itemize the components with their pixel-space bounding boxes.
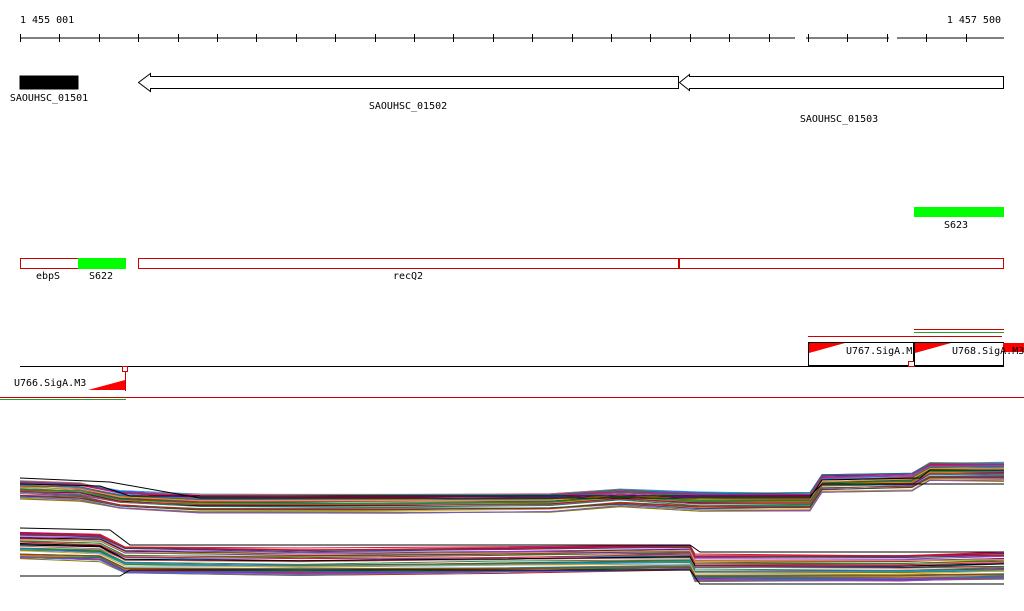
annotation-recQ2[interactable]	[138, 258, 679, 269]
segment-S622[interactable]	[78, 258, 126, 269]
promoter-track: U766.SigA.M3 U767.SigA.M3 U768.SigA.M3	[0, 329, 1024, 400]
segment-label-S623: S623	[944, 220, 968, 231]
gene-SAOUHSC_01502[interactable]	[137, 72, 679, 93]
gene-label-SAOUHSC_01502: SAOUHSC_01502	[369, 101, 447, 112]
segment-S623[interactable]	[914, 207, 1004, 217]
promoter-U767-marker	[908, 361, 915, 367]
gene-SAOUHSC_01501[interactable]	[19, 75, 79, 90]
promoter-U766-marker	[122, 366, 128, 372]
gene-SAOUHSC_01503[interactable]	[678, 73, 1004, 92]
promoter-U766-shape[interactable]	[88, 380, 125, 390]
annotation-track: ebpS S622 recQ2	[20, 258, 1004, 282]
annotation-recQ2-part[interactable]	[679, 258, 1004, 269]
promoter-label-U766: U766.SigA.M3	[14, 378, 86, 389]
coverage-track-lower	[19, 527, 1005, 585]
ruler-end-label: 1 457 500	[947, 15, 1001, 26]
promoter-label-U768: U768.SigA.M3	[952, 346, 1024, 357]
promoter-label-U767: U767.SigA.M3	[846, 346, 918, 357]
annotation-label-ebpS: ebpS	[36, 271, 60, 282]
gene-label-SAOUHSC_01503: SAOUHSC_01503	[800, 114, 878, 125]
coordinate-ruler: 1 455 001 1 457 500	[20, 15, 1004, 42]
segment-label-S622: S622	[89, 271, 113, 282]
annotation-label-recQ2: recQ2	[393, 271, 423, 282]
gene-label-SAOUHSC_01501: SAOUHSC_01501	[10, 93, 88, 104]
annotation-ebpS[interactable]	[20, 258, 79, 269]
coverage-track-upper	[19, 461, 1005, 514]
ruler-start-label: 1 455 001	[20, 15, 74, 26]
segment-track: S623	[914, 207, 1004, 231]
genome-browser-canvas: 1 455 001 1 457 500 SAOUHSC_01501 SAOUHS…	[0, 15, 1024, 585]
gene-track: SAOUHSC_01501 SAOUHSC_01502 SAOUHSC_0150…	[10, 72, 1004, 125]
